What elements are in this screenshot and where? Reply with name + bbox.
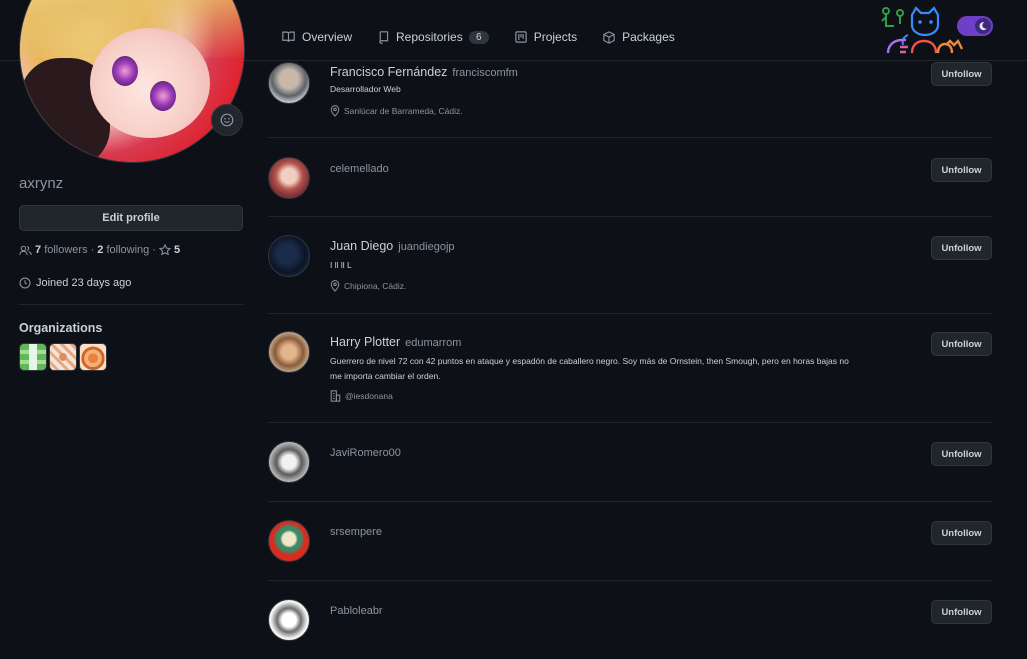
list-item: Pabloleabr Unfollow	[268, 581, 992, 659]
followers-label: followers	[44, 244, 88, 256]
location-icon	[330, 280, 340, 292]
company-text: @iesdonana	[345, 391, 393, 401]
sidebar-divider	[19, 304, 243, 305]
location-text: Sanlúcar de Barrameda, Cádiz.	[344, 106, 463, 116]
following-count: 2	[97, 244, 104, 256]
user-location: Sanlúcar de Barrameda, Cádiz.	[330, 105, 463, 117]
repo-icon	[379, 30, 389, 44]
separator-dot: ·	[152, 244, 156, 256]
profile-tabs: Overview Repositories 6 Projects Package…	[282, 30, 701, 44]
user-name-line: Juan Diego juandiegojp	[330, 239, 455, 253]
book-icon	[282, 31, 295, 42]
list-item: Juan Diego juandiegojp I ll ll L Chipiona…	[268, 217, 992, 314]
organizations-list	[19, 343, 107, 371]
unfollow-button[interactable]: Unfollow	[931, 442, 992, 466]
star-icon	[158, 244, 171, 256]
org-avatar[interactable]	[19, 343, 47, 371]
user-avatar[interactable]	[268, 599, 310, 641]
tab-packages[interactable]: Packages	[603, 30, 675, 44]
profile-avatar[interactable]	[19, 0, 245, 163]
stars-count: 5	[173, 244, 181, 256]
user-avatar[interactable]	[268, 331, 310, 373]
edit-profile-button[interactable]: Edit profile	[19, 205, 243, 231]
theme-toggle[interactable]	[957, 16, 993, 36]
user-login[interactable]: Pabloleabr	[330, 605, 383, 617]
user-name[interactable]: Francisco Fernández	[330, 65, 447, 79]
avatar-eye-left	[112, 56, 138, 86]
user-company: @iesdonana	[330, 390, 393, 402]
user-login[interactable]: srsempere	[330, 526, 382, 538]
follow-stats: 7 followers · 2 following · 5	[19, 244, 180, 256]
unfollow-button[interactable]: Unfollow	[931, 521, 992, 545]
org-avatar[interactable]	[49, 343, 77, 371]
user-bio: Guerrero de nivel 72 con 42 puntos en at…	[330, 356, 849, 381]
user-login[interactable]: JaviRomero00	[330, 447, 401, 459]
stars-link[interactable]: 5	[158, 244, 181, 256]
user-location: Chipiona, Cádiz.	[330, 280, 406, 292]
set-status-button[interactable]	[211, 104, 243, 136]
user-avatar[interactable]	[268, 520, 310, 562]
user-avatar[interactable]	[268, 441, 310, 483]
user-login[interactable]: juandiegojp	[398, 241, 454, 253]
unfollow-button[interactable]: Unfollow	[931, 62, 992, 86]
tab-overview-label: Overview	[302, 30, 353, 44]
organization-icon	[330, 390, 341, 402]
separator-dot: ·	[90, 244, 95, 256]
smiley-icon	[220, 113, 234, 127]
project-icon	[514, 31, 527, 43]
tab-repositories-label: Repositories	[396, 30, 463, 44]
followers-count: 7	[35, 244, 42, 256]
unfollow-button[interactable]: Unfollow	[931, 158, 992, 182]
user-login[interactable]: celemellado	[330, 163, 389, 175]
followers-link[interactable]: 7 followers	[19, 244, 88, 256]
tab-overview[interactable]: Overview	[282, 30, 352, 44]
user-name[interactable]: Juan Diego	[330, 239, 393, 253]
moon-icon	[975, 18, 991, 34]
user-avatar[interactable]	[268, 157, 310, 199]
org-avatar[interactable]	[79, 343, 107, 371]
avatar-face	[90, 28, 210, 138]
tab-projects-label: Projects	[533, 30, 578, 44]
user-login[interactable]: franciscomfm	[452, 67, 517, 79]
organizations-heading: Organizations	[19, 321, 103, 335]
following-label: following	[106, 244, 150, 256]
list-item: Harry Plotter edumarrom Guerrero de nivel…	[268, 314, 992, 423]
user-avatar[interactable]	[268, 235, 310, 277]
tab-packages-label: Packages	[622, 30, 675, 44]
user-avatar[interactable]	[268, 62, 310, 104]
people-icon	[19, 245, 32, 255]
user-bio: Desarrollador Web	[330, 84, 401, 94]
user-name-line: Francisco Fernández franciscomfm	[330, 65, 518, 79]
location-text: Chipiona, Cádiz.	[344, 281, 407, 291]
package-icon	[603, 30, 615, 44]
joined-info: Joined 23 days ago	[19, 277, 131, 289]
repositories-counter: 6	[468, 30, 489, 44]
tab-repositories[interactable]: Repositories 6	[378, 30, 489, 44]
list-item: celemellado Unfollow	[268, 138, 992, 217]
tab-projects[interactable]: Projects	[514, 30, 578, 44]
list-item: srsempere Unfollow	[268, 502, 992, 581]
unfollow-button[interactable]: Unfollow	[931, 236, 992, 260]
clock-icon	[19, 277, 31, 289]
list-item: Francisco Fernández franciscomfm Desarrol…	[268, 55, 992, 138]
following-link[interactable]: 2 following	[97, 244, 149, 256]
user-name-line: Harry Plotter edumarrom	[330, 335, 461, 349]
profile-username: axrynz	[19, 175, 64, 192]
user-bio: I ll ll L	[330, 260, 352, 270]
user-login[interactable]: edumarrom	[405, 337, 461, 349]
location-icon	[330, 105, 340, 117]
unfollow-button[interactable]: Unfollow	[931, 600, 992, 624]
avatar-eye-right	[150, 81, 176, 111]
unfollow-button[interactable]: Unfollow	[931, 332, 992, 356]
octocat-icon	[881, 6, 964, 54]
user-name[interactable]: Harry Plotter	[330, 335, 400, 349]
joined-text: Joined 23 days ago	[36, 277, 132, 289]
list-item: JaviRomero00 Unfollow	[268, 423, 992, 502]
